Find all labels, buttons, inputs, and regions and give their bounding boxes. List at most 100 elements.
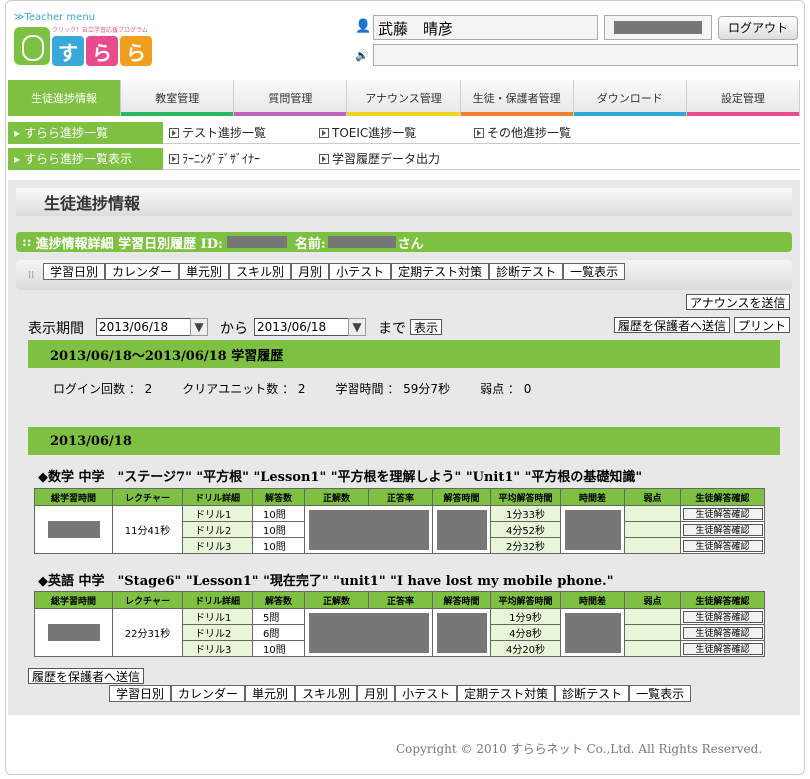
- subnav-toeic-progress[interactable]: TOEIC進捗一覧: [319, 124, 474, 141]
- copyright: Copyright © 2010 すららネット Co.,Ltd. All Rig…: [396, 742, 763, 756]
- send-to-parent-button[interactable]: 履歴を保護者へ送信: [614, 317, 731, 333]
- subnav-link-label: TOEIC進捗一覧: [332, 126, 417, 140]
- send-to-parent-bottom-button[interactable]: 履歴を保護者へ送信: [28, 668, 145, 684]
- arrow-box-icon: [319, 153, 329, 164]
- redaction: [226, 236, 287, 248]
- column-header: ドリル詳細: [182, 488, 253, 506]
- speaker-icon[interactable]: 🔊: [355, 49, 369, 62]
- chevron-down-icon[interactable]: ▼: [348, 318, 366, 336]
- logo-tile: す: [52, 36, 84, 66]
- date-to-input[interactable]: 2013/06/18: [254, 318, 349, 336]
- nav-item[interactable]: アナウンス管理: [347, 80, 461, 116]
- avg-time-cell: 4分20秒: [490, 640, 561, 657]
- stat-item: クリアユニット数 ： 2: [182, 382, 306, 396]
- subnav-learning-designer[interactable]: ﾗｰﾆﾝｸﾞﾃﾞｻﾞｲﾅｰ: [169, 150, 319, 167]
- column-header: 解答数: [252, 591, 305, 609]
- nav-item[interactable]: 生徒進捗情報: [8, 80, 122, 116]
- tab-item[interactable]: 定期テスト対策: [457, 685, 556, 702]
- weak-point-cell: [624, 608, 681, 625]
- user-name-field: 武藤 晴彦: [373, 15, 598, 40]
- subnav-test-progress[interactable]: テスト進捗一覧: [169, 124, 319, 141]
- tab-item[interactable]: 月別: [357, 685, 396, 702]
- answer-confirm-button[interactable]: 生徒解答確認: [682, 610, 763, 623]
- date-from-input[interactable]: 2013/06/18: [96, 318, 191, 336]
- subnav-row-2: ▸ すらら進捗一覧表示 ﾗｰﾆﾝｸﾞﾃﾞｻﾞｲﾅｰ 学習履歴データ出力: [8, 147, 800, 170]
- tab-item[interactable]: 一覧表示: [629, 685, 692, 702]
- confirm-cell: 生徒解答確認: [680, 624, 765, 641]
- weak-point-cell: [624, 537, 681, 554]
- subnav-active-progress-list[interactable]: ▸ すらら進捗一覧: [8, 121, 163, 144]
- subnav-other-progress[interactable]: その他進捗一覧: [474, 124, 571, 141]
- answer-confirm-button[interactable]: 生徒解答確認: [682, 539, 763, 552]
- answer-confirm-button[interactable]: 生徒解答確認: [682, 642, 763, 655]
- confirm-cell: 生徒解答確認: [680, 640, 765, 657]
- tab-item[interactable]: 学習日別: [109, 685, 172, 702]
- tab-item[interactable]: 診断テスト: [555, 685, 630, 702]
- tab-item[interactable]: スキル別: [295, 685, 358, 702]
- subnav-active-progress-display[interactable]: ▸ すらら進捗一覧表示: [8, 147, 163, 170]
- logout-button[interactable]: ログアウト: [718, 15, 798, 40]
- show-button[interactable]: 表示: [410, 319, 443, 335]
- tab-item[interactable]: 診断テスト: [489, 263, 564, 280]
- nav-item[interactable]: 質問管理: [234, 80, 348, 116]
- tab-item[interactable]: 定期テスト対策: [391, 263, 490, 280]
- drill-name-cell: ドリル3: [182, 537, 253, 554]
- logo-tile: ら: [120, 36, 152, 66]
- nav-color-bar: [121, 112, 234, 116]
- announce-button[interactable]: アナウンスを送信: [686, 294, 790, 310]
- tab-item[interactable]: 単元別: [245, 685, 296, 702]
- nav-item[interactable]: 教室管理: [121, 80, 235, 116]
- tab-item[interactable]: カレンダー: [171, 685, 246, 702]
- lecture-cell: 11分41秒: [112, 505, 183, 554]
- progress-table-english: 総学習時間 レクチャー ドリル詳細 解答数 正解数 正答率 解答時間 平均解答時間 時間差 弱点生…: [34, 591, 765, 657]
- redaction: [436, 612, 487, 653]
- subnav-history-export[interactable]: 学習履歴データ出力: [319, 150, 440, 167]
- avg-time-cell: 4分52秒: [490, 521, 561, 538]
- history-title-bar: 2013/06/18～2013/06/18 学習履歴: [28, 340, 780, 368]
- column-header: 時間差: [560, 488, 625, 506]
- nav-item-label: 教室管理: [155, 92, 200, 105]
- tab-item[interactable]: 単元別: [179, 263, 230, 280]
- redaction: [327, 236, 396, 248]
- chevron-down-icon[interactable]: ▼: [190, 318, 208, 336]
- nav-color-bar: [347, 112, 460, 116]
- nav-item-label: 生徒・保護者管理: [472, 92, 561, 105]
- nav-item[interactable]: 生徒・保護者管理: [460, 80, 574, 116]
- print-button[interactable]: プリント: [734, 317, 791, 333]
- stats-row: ログイン回数 ： 2 クリアユニット数 ： 2 学習時間 ： 59分7秒 弱点 ： 0: [53, 380, 531, 397]
- nav-item-label: 設定管理: [720, 92, 765, 105]
- column-header: 総学習時間: [34, 591, 113, 609]
- answer-confirm-button[interactable]: 生徒解答確認: [682, 523, 763, 536]
- tab-item[interactable]: 月別: [291, 263, 330, 280]
- page-title: 生徒進捗情報: [16, 188, 792, 216]
- column-header: 総学習時間: [34, 488, 113, 506]
- redacted-cell: [432, 608, 491, 657]
- tab-item[interactable]: スキル別: [229, 263, 292, 280]
- grip-icon: ::: [22, 234, 32, 250]
- answer-confirm-button[interactable]: 生徒解答確認: [682, 626, 763, 639]
- mouse-icon: [14, 26, 50, 65]
- nav-item-label: 質問管理: [268, 92, 313, 105]
- confirm-cell: 生徒解答確認: [680, 505, 765, 522]
- tab-item[interactable]: 小テスト: [395, 685, 458, 702]
- nav-item[interactable]: 設定管理: [686, 80, 800, 116]
- stat-item: ログイン回数 ： 2: [53, 382, 153, 396]
- column-header: 正解数: [304, 488, 369, 506]
- subject-title-english: ◆英語 中学 "Stage6" "Lesson1" "現在完了" "unit1"…: [38, 574, 614, 589]
- column-header: 平均解答時間: [490, 591, 561, 609]
- tab-item[interactable]: カレンダー: [105, 263, 180, 280]
- redacted-field: [604, 15, 712, 40]
- subnav-link-label: 学習履歴データ出力: [332, 152, 441, 166]
- redaction: [308, 509, 429, 550]
- nav-item[interactable]: ダウンロード: [573, 80, 687, 116]
- tab-item[interactable]: 小テスト: [329, 263, 392, 280]
- nav-color-bar: [460, 112, 573, 116]
- tab-bar-top: 学習日別 カレンダー 単元別 スキル別 月別 小テスト 定期テスト対策 診断テスト 一覧表示: [43, 263, 626, 280]
- answer-confirm-button[interactable]: 生徒解答確認: [682, 507, 763, 520]
- confirm-cell: 生徒解答確認: [680, 521, 765, 538]
- tab-item[interactable]: 一覧表示: [563, 263, 626, 280]
- tab-item[interactable]: 学習日別: [43, 263, 106, 280]
- logo[interactable]: ≫Teacher menu クリック！自立学習応援プログラム すらら: [14, 12, 174, 74]
- answer-count-cell: 10問: [252, 640, 305, 657]
- column-header: 解答数: [252, 488, 305, 506]
